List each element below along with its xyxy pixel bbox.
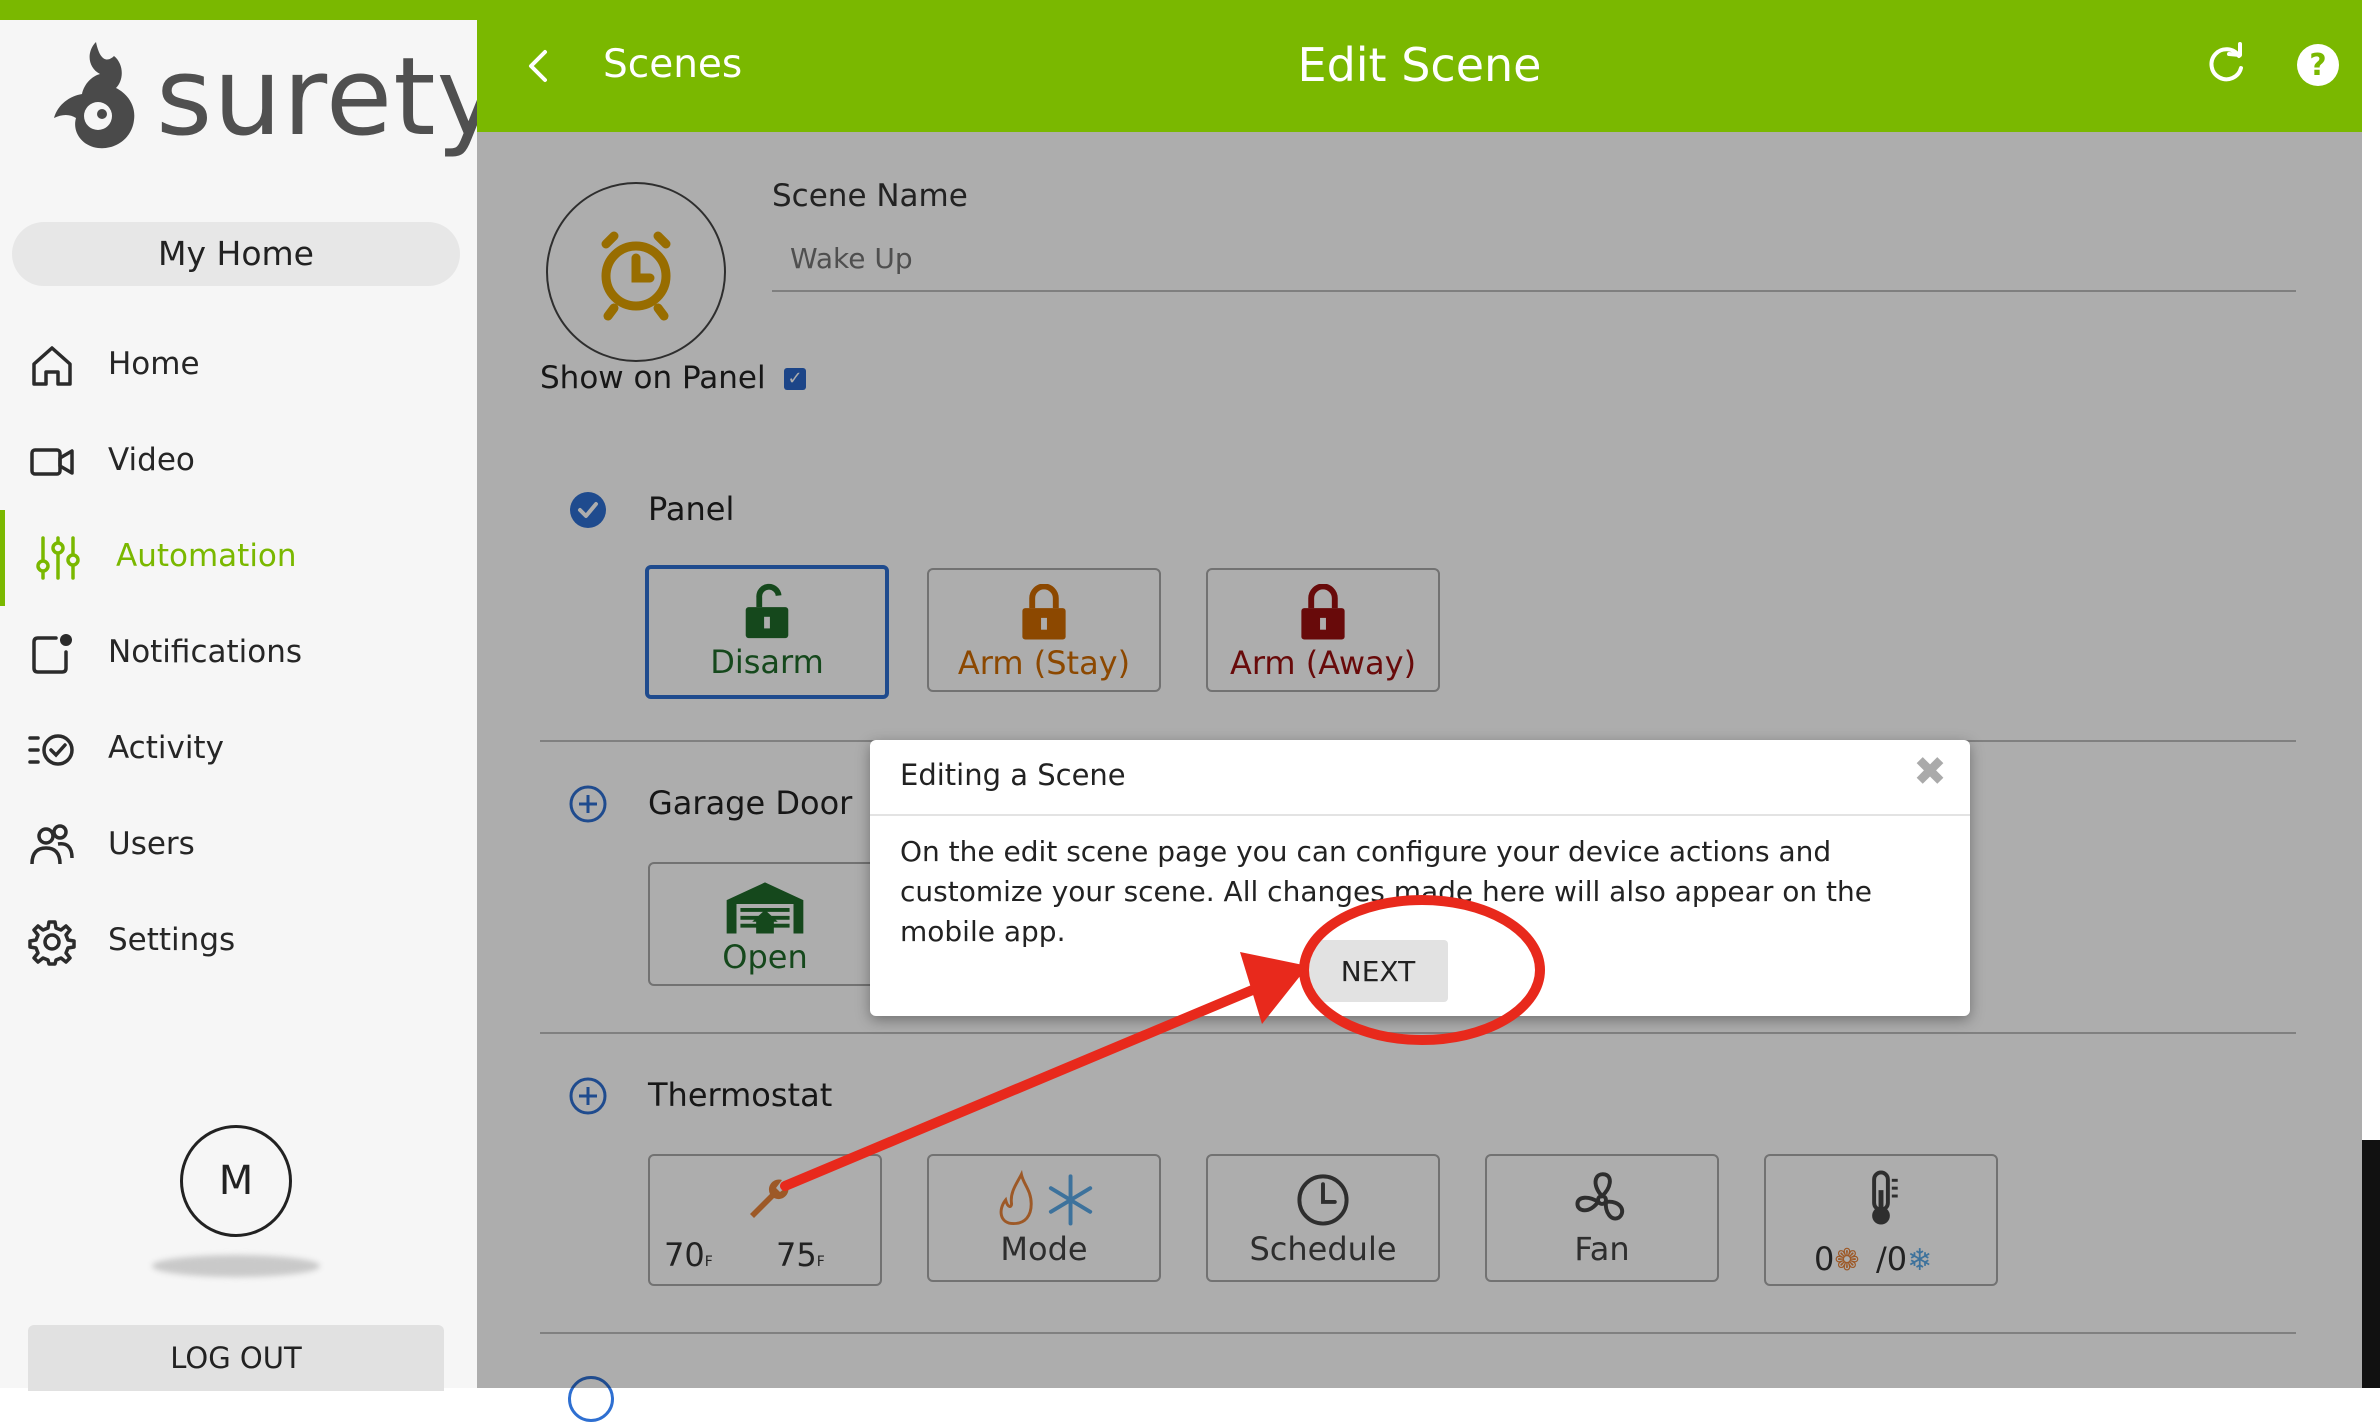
help-icon[interactable]: ?: [2295, 42, 2341, 88]
user-avatar[interactable]: M: [180, 1125, 292, 1237]
avatar-shadow: [152, 1255, 320, 1277]
next-button[interactable]: NEXT: [1308, 940, 1448, 1002]
svg-text:?: ?: [2309, 48, 2326, 83]
sidebar-item-label: Users: [108, 826, 195, 862]
sidebar-item-settings[interactable]: Settings: [0, 894, 477, 990]
sidebar-item-label: Video: [108, 442, 195, 478]
close-icon[interactable]: ✖: [1910, 752, 1950, 792]
video-camera-icon: [30, 448, 74, 476]
notification-icon: [32, 634, 72, 674]
sidebar-item-notifications[interactable]: Notifications: [0, 606, 477, 702]
sidebar-item-users[interactable]: Users: [0, 798, 477, 894]
sliders-icon: [36, 536, 80, 580]
sidebar-item-activity[interactable]: Activity: [0, 702, 477, 798]
sidebar-item-label: Automation: [116, 538, 297, 574]
surety-logo-icon: [54, 42, 135, 149]
modal-header: Editing a Scene ✖: [870, 740, 1970, 816]
logout-button[interactable]: LOG OUT: [28, 1325, 444, 1391]
sidebar-item-automation[interactable]: Automation: [0, 510, 477, 606]
gear-icon: [28, 920, 76, 966]
sidebar-item-label: Home: [108, 346, 200, 382]
active-indicator: [0, 510, 5, 606]
modal-title: Editing a Scene: [900, 758, 1126, 792]
refresh-icon[interactable]: [2203, 42, 2249, 88]
top-header: Scenes Edit Scene ?: [477, 0, 2362, 132]
location-selector[interactable]: My Home: [12, 222, 460, 286]
brand-strip: [0, 0, 477, 20]
sidebar-item-home[interactable]: Home: [0, 318, 477, 414]
sidebar: surety My Home Home Video Automation Not…: [0, 0, 500, 1391]
tutorial-modal: Editing a Scene ✖ On the edit scene page…: [870, 740, 1970, 1016]
activity-list-icon: [28, 734, 74, 766]
page-title: Edit Scene: [1297, 38, 1542, 92]
users-icon: [30, 824, 74, 865]
sidebar-item-label: Settings: [108, 922, 236, 958]
home-icon: [32, 346, 72, 386]
surety-logo: surety: [48, 34, 500, 164]
sidebar-item-video[interactable]: Video: [0, 414, 477, 510]
logo-text: surety: [156, 35, 502, 160]
sidebar-item-label: Notifications: [108, 634, 303, 670]
sidebar-item-label: Activity: [108, 730, 224, 766]
window-edge: [2362, 0, 2380, 1388]
modal-body-text: On the edit scene page you can configure…: [900, 835, 1872, 948]
